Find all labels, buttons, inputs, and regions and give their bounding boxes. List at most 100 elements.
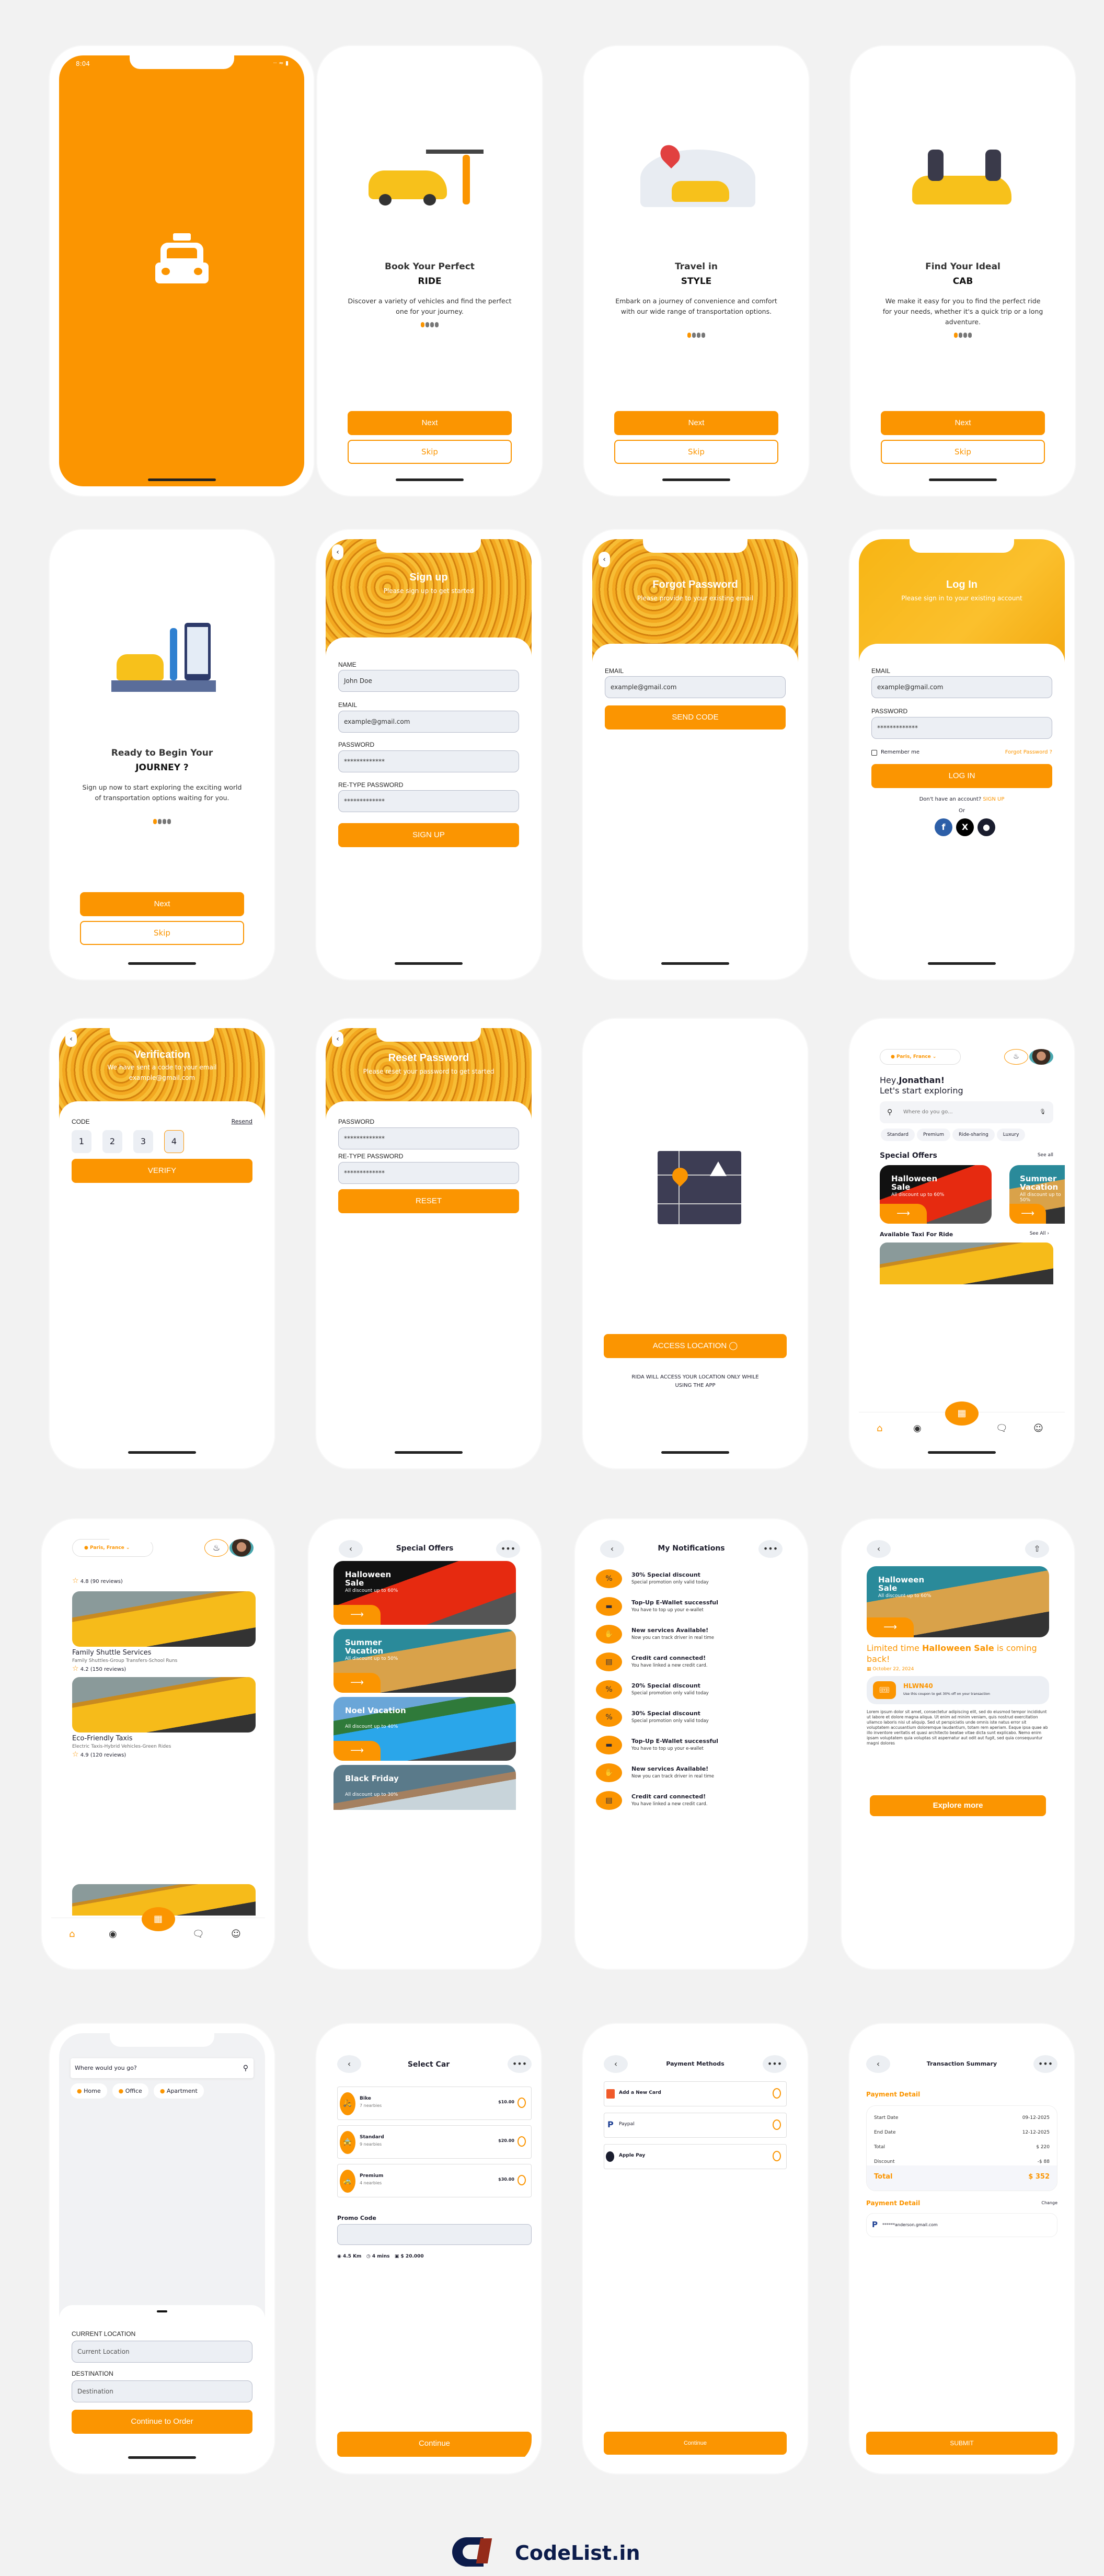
- location-icon[interactable]: ◉: [109, 1929, 117, 1940]
- back-button[interactable]: ‹: [65, 1031, 77, 1047]
- offer-card[interactable]: Summer Vacation All discount up to 50% ⟶: [1009, 1165, 1065, 1224]
- see-all-offers-link[interactable]: See all: [1038, 1153, 1053, 1158]
- email-field[interactable]: example@gmail.com: [871, 676, 1052, 698]
- more-options-button[interactable]: •••: [508, 2055, 532, 2073]
- more-options-button[interactable]: •••: [1033, 2055, 1057, 2073]
- x-icon[interactable]: X: [956, 818, 974, 836]
- calendar-icon[interactable]: ▦: [945, 1401, 979, 1426]
- location-selector[interactable]: ● Paris, France ⌄: [880, 1049, 961, 1065]
- location-icon[interactable]: ◉: [913, 1423, 922, 1434]
- destination-search-input[interactable]: Where would you go? ⚲: [71, 2058, 254, 2078]
- sign-up-link[interactable]: SIGN UP: [983, 796, 1004, 802]
- continue-button[interactable]: Continue: [604, 2432, 787, 2455]
- change-link[interactable]: Change: [1041, 2201, 1057, 2205]
- payment-option-apple-pay[interactable]: Apple Pay: [604, 2144, 787, 2169]
- microphone-icon[interactable]: 🎙: [1039, 1101, 1046, 1123]
- coupon-card[interactable]: 🎟 HLWN40 Use this coupon to get 30% off …: [867, 1676, 1049, 1704]
- bell-icon[interactable]: ♨: [204, 1539, 228, 1557]
- offer-card[interactable]: Black Friday All discount up to 30%: [334, 1765, 516, 1810]
- taxi-card[interactable]: Eco-Friendly Taxis Electric Taxis-Hybrid …: [72, 1677, 256, 1759]
- destination-field[interactable]: Destination: [72, 2380, 252, 2402]
- home-icon[interactable]: ⌂: [69, 1929, 75, 1940]
- access-location-button[interactable]: ACCESS LOCATION ◯: [604, 1334, 787, 1358]
- car-option[interactable]: 🚖 Standard 9 nearbies $20.00: [337, 2125, 532, 2159]
- home-icon[interactable]: ⌂: [877, 1423, 882, 1434]
- back-button[interactable]: ‹: [867, 1540, 891, 1558]
- radio-button[interactable]: [518, 2098, 526, 2108]
- reset-button[interactable]: RESET: [338, 1189, 519, 1213]
- notification-item[interactable]: ▬ Top-Up E-Wallet successful You have to t…: [596, 1736, 793, 1757]
- arrow-right-icon[interactable]: ⟶: [1009, 1204, 1046, 1224]
- next-button[interactable]: Next: [881, 411, 1045, 435]
- verify-button[interactable]: VERIFY: [72, 1159, 252, 1183]
- next-button[interactable]: Next: [348, 411, 512, 435]
- chip-premium[interactable]: Premium: [916, 1129, 951, 1141]
- radio-button[interactable]: [773, 2151, 781, 2161]
- place-office[interactable]: ● Office: [112, 2083, 148, 2099]
- see-all-taxis-link[interactable]: See All ›: [1030, 1231, 1049, 1236]
- profile-icon[interactable]: ☺: [231, 1929, 241, 1940]
- offer-card[interactable]: Noel Vacation All discount up to 40% ⟶: [334, 1697, 516, 1761]
- taxi-card-image[interactable]: [880, 1243, 1053, 1284]
- sheet-handle[interactable]: [157, 2310, 167, 2312]
- place-apartment[interactable]: ● Apartment: [153, 2083, 204, 2099]
- notification-item[interactable]: ✋ New services Available! Now you can trac…: [596, 1625, 793, 1646]
- avatar[interactable]: [1029, 1049, 1053, 1065]
- send-code-button[interactable]: SEND CODE: [605, 705, 786, 730]
- offer-card[interactable]: Halloween Sale All discount up to 60% ⟶: [334, 1561, 516, 1625]
- place-home[interactable]: ● Home: [71, 2083, 107, 2099]
- remember-checkbox[interactable]: [871, 750, 877, 756]
- radio-button[interactable]: [773, 2088, 781, 2099]
- taxi-card[interactable]: Family Shuttle Services Family Shuttles-G…: [72, 1591, 256, 1673]
- sign-up-button[interactable]: SIGN UP: [338, 823, 519, 847]
- arrow-right-icon[interactable]: ⟶: [334, 1673, 381, 1693]
- chip-luxury[interactable]: Luxury: [996, 1129, 1026, 1141]
- continue-button[interactable]: Continue: [337, 2432, 532, 2457]
- chat-icon[interactable]: 🗨: [192, 1929, 204, 1940]
- next-button[interactable]: Next: [614, 411, 778, 435]
- arrow-right-icon[interactable]: ⟶: [334, 1741, 381, 1761]
- calendar-icon[interactable]: ▦: [141, 1907, 175, 1931]
- code-digit[interactable]: 1: [72, 1130, 91, 1153]
- radio-button[interactable]: [518, 2136, 526, 2147]
- login-button[interactable]: LOG IN: [871, 764, 1052, 788]
- continue-to-order-button[interactable]: Continue to Order: [72, 2410, 252, 2434]
- payment-option-card[interactable]: Add a New Card: [604, 2081, 787, 2106]
- car-option[interactable]: 🛵 Bike 7 nearbies $10.00: [337, 2087, 532, 2120]
- chat-icon[interactable]: 🗨: [996, 1423, 1008, 1434]
- more-options-button[interactable]: •••: [758, 1540, 783, 1558]
- skip-button[interactable]: Skip: [614, 440, 778, 464]
- retype-password-field[interactable]: *************: [338, 790, 519, 812]
- back-button[interactable]: ‹: [332, 544, 343, 560]
- more-options-button[interactable]: •••: [763, 2055, 787, 2073]
- forgot-password-link[interactable]: Forgot Password ?: [1005, 749, 1052, 755]
- promo-code-field[interactable]: [337, 2224, 532, 2245]
- search-input[interactable]: ⚲ Where do you go... 🎙: [880, 1101, 1053, 1123]
- arrow-right-icon[interactable]: ⟶: [334, 1605, 381, 1625]
- back-button[interactable]: ‹: [599, 552, 610, 567]
- radio-button[interactable]: [518, 2175, 526, 2185]
- next-button[interactable]: Next: [80, 892, 244, 916]
- explore-more-button[interactable]: Explore more: [870, 1795, 1046, 1816]
- resend-link[interactable]: Resend: [232, 1118, 252, 1125]
- current-location-field[interactable]: Current Location: [72, 2341, 252, 2363]
- car-option[interactable]: 🚕 Premium 4 nearbies $30.00: [337, 2164, 532, 2197]
- notification-item[interactable]: ▤ Credit card connected! You have linked a…: [596, 1652, 793, 1673]
- notification-item[interactable]: % 30% Special discount Special promotion o…: [596, 1708, 793, 1729]
- share-button[interactable]: ⇧: [1025, 1540, 1049, 1558]
- name-field[interactable]: John Doe: [338, 670, 519, 692]
- password-field[interactable]: *************: [338, 750, 519, 772]
- offer-card[interactable]: Halloween Sale All discount up to 60% ⟶: [880, 1165, 992, 1224]
- email-field[interactable]: example@gmail.com: [605, 676, 786, 698]
- more-options-button[interactable]: •••: [496, 1540, 520, 1558]
- password-field[interactable]: *************: [871, 717, 1052, 739]
- email-field[interactable]: example@gmail.com: [338, 711, 519, 733]
- notification-item[interactable]: ▤ Credit card connected! You have linked a…: [596, 1791, 793, 1812]
- retype-password-field[interactable]: *************: [338, 1162, 519, 1184]
- code-digit[interactable]: 2: [102, 1130, 122, 1153]
- notification-item[interactable]: % 30% Special discount Special promotion o…: [596, 1569, 793, 1590]
- notification-item[interactable]: ✋ New services Available! Now you can trac…: [596, 1763, 793, 1784]
- chip-standard[interactable]: Standard: [881, 1129, 915, 1141]
- code-digit[interactable]: 3: [133, 1130, 153, 1153]
- arrow-right-icon[interactable]: ⟶: [867, 1617, 914, 1637]
